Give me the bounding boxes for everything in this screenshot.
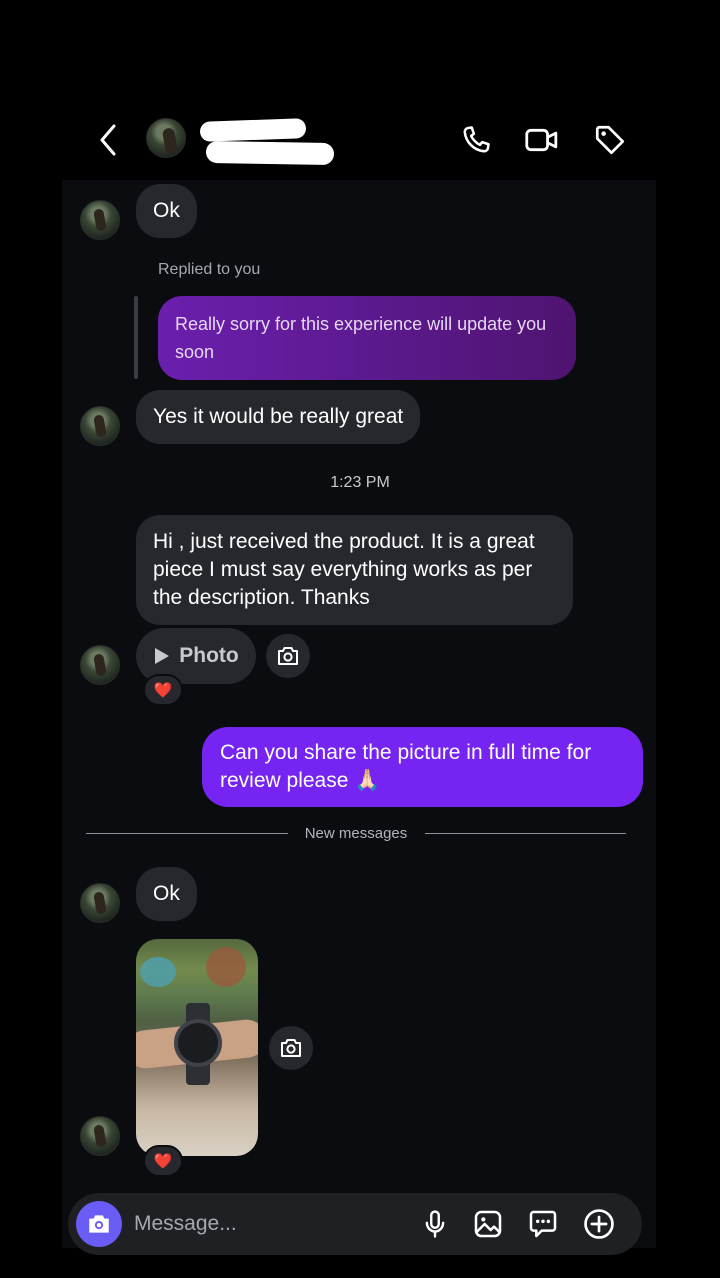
camera-icon [89, 1215, 109, 1233]
reaction-badge[interactable]: ❤️ [143, 1145, 183, 1177]
message-input[interactable] [134, 1207, 404, 1241]
tag-icon [595, 125, 625, 155]
sticker-icon [529, 1210, 557, 1238]
quoted-message[interactable]: Really sorry for this experience will up… [158, 296, 576, 380]
sender-avatar[interactable] [80, 883, 120, 923]
more-button[interactable] [581, 1206, 617, 1242]
back-icon [100, 124, 116, 156]
camera-icon [281, 1039, 301, 1057]
new-messages-divider: New messages [86, 822, 626, 846]
chat-screen: Ok Replied to you Really sorry for this … [0, 0, 720, 1278]
reply-label: Replied to you [158, 261, 261, 278]
phone-icon [463, 126, 490, 153]
video-call-button[interactable] [524, 122, 560, 158]
video-icon [525, 128, 558, 152]
microphone-icon [425, 1210, 445, 1238]
tag-button[interactable] [592, 122, 628, 158]
sender-avatar[interactable] [80, 406, 120, 446]
sticker-button[interactable] [525, 1206, 561, 1242]
camera-icon [278, 647, 298, 665]
new-messages-label: New messages [304, 825, 408, 842]
redacted-contact-name [199, 118, 307, 142]
incoming-message[interactable]: Ok [136, 184, 197, 238]
message-composer [68, 1193, 642, 1255]
photo-message[interactable] [136, 939, 258, 1156]
divider-line [425, 833, 626, 834]
redacted-contact-username [205, 140, 335, 166]
play-icon [155, 648, 170, 664]
sender-avatar[interactable] [80, 200, 120, 240]
sender-avatar[interactable] [80, 1116, 120, 1156]
incoming-message[interactable]: Ok [136, 867, 197, 921]
reaction-badge[interactable]: ❤️ [143, 674, 183, 706]
sender-avatar[interactable] [80, 645, 120, 685]
voice-call-button[interactable] [458, 122, 494, 158]
photo-content [174, 1019, 222, 1067]
photo-content [206, 947, 246, 987]
plus-icon [584, 1209, 614, 1239]
camera-button[interactable] [76, 1201, 122, 1247]
incoming-message[interactable]: Yes it would be really great [136, 390, 421, 444]
reply-indicator-bar [134, 296, 138, 379]
chat-header [0, 108, 720, 174]
message-timestamp: 1:23 PM [330, 474, 390, 491]
outgoing-message[interactable]: Can you share the picture in full time f… [202, 727, 643, 807]
camera-reply-button[interactable] [269, 1026, 313, 1070]
voice-message-button[interactable] [417, 1206, 453, 1242]
contact-avatar[interactable] [146, 118, 186, 158]
photo-attachment-label: Photo [179, 644, 239, 667]
camera-reply-button[interactable] [266, 634, 310, 678]
gallery-icon [474, 1210, 502, 1238]
gallery-button[interactable] [470, 1206, 506, 1242]
photo-content [140, 957, 176, 987]
back-button[interactable] [92, 122, 124, 158]
incoming-message[interactable]: Hi , just received the product. It is a … [136, 515, 573, 625]
